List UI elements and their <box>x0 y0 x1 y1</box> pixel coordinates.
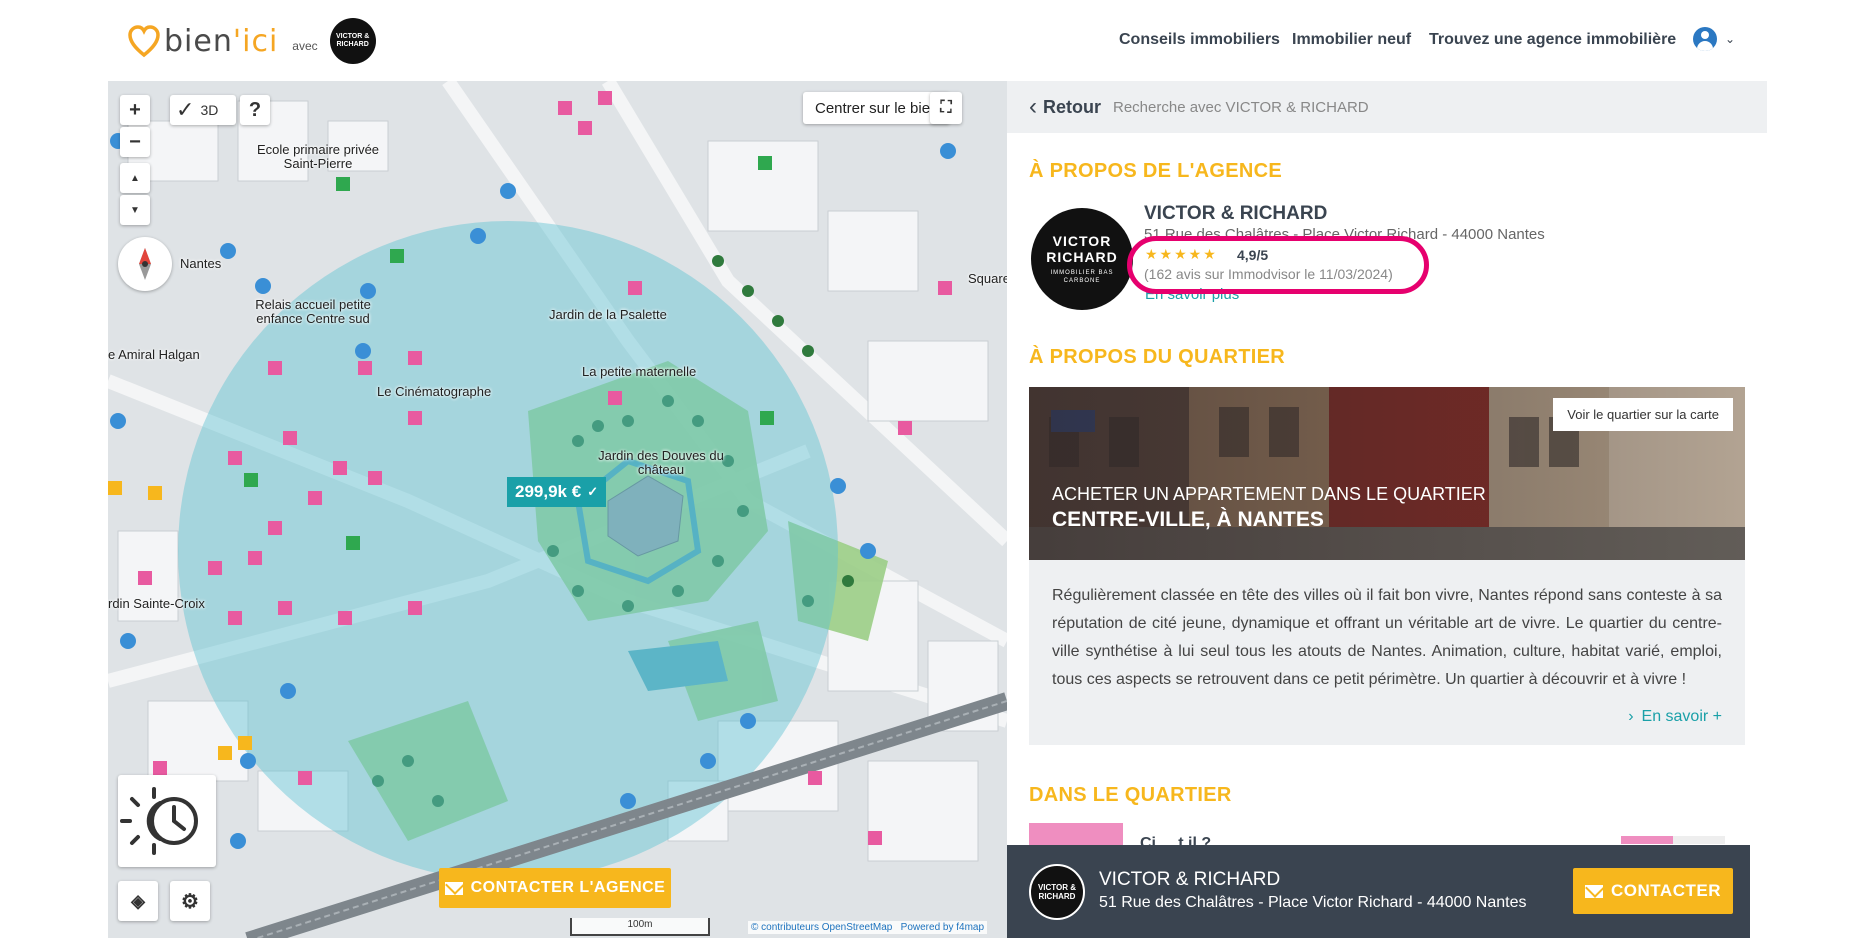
description-more-link[interactable]: › En savoir + <box>1628 708 1722 726</box>
breadcrumb: Recherche avec VICTOR & RICHARD <box>1113 98 1369 116</box>
mail-icon <box>1585 884 1604 898</box>
map-3d[interactable]: + − ✓ 3D ? ▲ ▼ Centrer sur le bien ⛶ Eco… <box>108 81 1007 938</box>
contact-agency-label: CONTACTER L'AGENCE <box>470 879 666 896</box>
back-button[interactable]: ‹ Retour <box>1029 93 1101 121</box>
tilt-down-button[interactable]: ▼ <box>120 195 150 225</box>
partner-badge: VICTOR & RICHARD <box>329 18 376 64</box>
map-label: e Amiral Halgan <box>108 347 200 362</box>
map-background <box>108 81 1007 938</box>
hero-subtitle: ACHETER UN APPARTEMENT DANS LE QUARTIER <box>1052 484 1486 504</box>
tilt-up-button[interactable]: ▲ <box>120 163 150 193</box>
about-agency-title: À PROPOS DE L'AGENCE <box>1029 160 1283 182</box>
user-circle-icon <box>1693 27 1717 51</box>
mail-icon <box>444 881 463 895</box>
map-label: La petite maternelle <box>582 364 697 379</box>
agency-name: VICTOR & RICHARD <box>1144 203 1328 224</box>
nav-agence[interactable]: Trouvez une agence immobilière <box>1429 31 1676 49</box>
sun-clock-button[interactable] <box>118 775 216 867</box>
quartier-item-progress <box>1621 836 1725 844</box>
chevron-right-icon: › <box>1628 708 1634 725</box>
zoom-out-button[interactable]: − <box>120 127 150 157</box>
sticky-agency-bar: VICTOR & RICHARD VICTOR & RICHARD 51 Rue… <box>1007 845 1750 938</box>
map-label: Le Cinématographe <box>377 384 492 399</box>
center-on-property-button[interactable]: Centrer sur le bien <box>803 92 951 124</box>
price-marker[interactable]: 299,9k € ✓ <box>507 477 607 507</box>
description-text: Régulièrement classée en tête des villes… <box>1052 587 1722 688</box>
map-attribution[interactable]: © contributeurs OpenStreetMap Powered by… <box>748 921 988 934</box>
back-bar: ‹ Retour Recherche avec VICTOR & RICHARD <box>1007 81 1767 133</box>
nav-conseils[interactable]: Conseils immobiliers <box>1119 31 1280 49</box>
map-label: rdin Sainte-Croix <box>108 596 205 611</box>
in-quartier-title: DANS LE QUARTIER <box>1029 784 1232 806</box>
map-label: Relais accueil petite enfance Centre sud <box>255 297 371 326</box>
see-quartier-on-map-button[interactable]: Voir le quartier sur la carte <box>1553 398 1733 431</box>
logo-avec: avec <box>292 39 318 53</box>
toggle-3d[interactable]: ✓ 3D <box>170 95 236 125</box>
chevron-left-icon: ‹ <box>1029 93 1037 120</box>
heart-logo-icon <box>128 25 160 58</box>
nav-neuf[interactable]: Immobilier neuf <box>1292 31 1411 49</box>
layers-icon[interactable]: ◈ <box>118 881 158 921</box>
chevron-down-icon: ⌄ <box>1725 32 1736 46</box>
check-icon: ✓ <box>587 484 599 499</box>
settings-gear-icon[interactable]: ⚙ <box>170 881 210 921</box>
agency-address: 51 Rue des Chalâtres - Place Victor Rich… <box>1099 894 1527 911</box>
toggle-3d-label: 3D <box>200 102 219 118</box>
map-scale: 100m <box>570 918 710 936</box>
check-icon: ✓ <box>176 97 195 122</box>
map-label: Jardin de la Psalette <box>549 307 667 322</box>
user-menu[interactable]: ⌄ <box>1693 27 1735 51</box>
agency-logo-small: VICTOR & RICHARD <box>1029 864 1085 920</box>
help-button[interactable]: ? <box>240 95 270 125</box>
agency-logo: VICTOR RICHARD IMMOBILIER BAS CARBONE <box>1031 208 1133 310</box>
sun-clock-icon <box>120 787 198 855</box>
details-panel: ‹ Retour Recherche avec VICTOR & RICHARD … <box>1007 81 1767 938</box>
hero-title: CENTRE-VILLE, À NANTES <box>1052 508 1324 531</box>
map-label: Nantes <box>180 256 222 271</box>
agency-name: VICTOR & RICHARD <box>1099 869 1281 890</box>
map-label: Jardin des Douves du château <box>598 448 724 477</box>
price-value: 299,9k € <box>515 482 582 501</box>
contact-label: CONTACTER <box>1611 881 1721 900</box>
quartier-hero: Voir le quartier sur la carte ACHETER UN… <box>1029 387 1745 560</box>
compass-icon[interactable] <box>118 237 172 291</box>
bienici-logo[interactable]: bien'ici avec VICTOR & RICHARD <box>128 18 376 64</box>
contact-agency-button[interactable]: CONTACTER L'AGENCE <box>439 868 671 908</box>
contact-button[interactable]: CONTACTER <box>1573 868 1733 914</box>
logo-text: bien'ici <box>164 23 279 59</box>
rating-highlight <box>1127 236 1429 294</box>
header: bien'ici avec VICTOR & RICHARD Conseils … <box>0 0 1875 80</box>
fullscreen-icon[interactable]: ⛶ <box>930 92 962 124</box>
map-label: Square <box>968 271 1007 286</box>
zoom-in-button[interactable]: + <box>120 95 150 125</box>
quartier-description: Régulièrement classée en tête des villes… <box>1029 560 1745 745</box>
about-quartier-title: À PROPOS DU QUARTIER <box>1029 346 1286 368</box>
map-label: Ecole primaire privée Saint-Pierre <box>256 142 380 171</box>
